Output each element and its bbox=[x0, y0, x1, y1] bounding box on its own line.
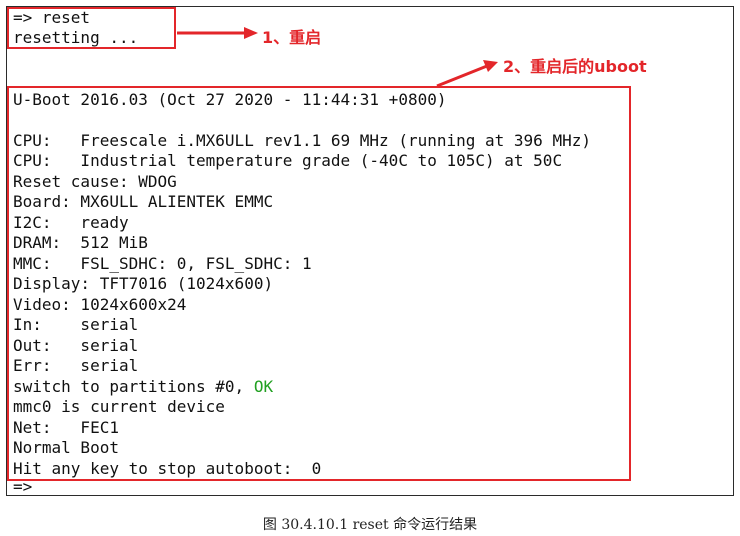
figure-caption: 图 30.4.10.1 reset 命令运行结果 bbox=[262, 517, 478, 533]
annotation-label-reset: 1、重启 bbox=[262, 28, 322, 47]
reset-highlight-box bbox=[7, 7, 176, 49]
annotation-label-uboot: 2、重启后的uboot bbox=[503, 57, 647, 76]
uboot-highlight-box bbox=[7, 86, 631, 481]
